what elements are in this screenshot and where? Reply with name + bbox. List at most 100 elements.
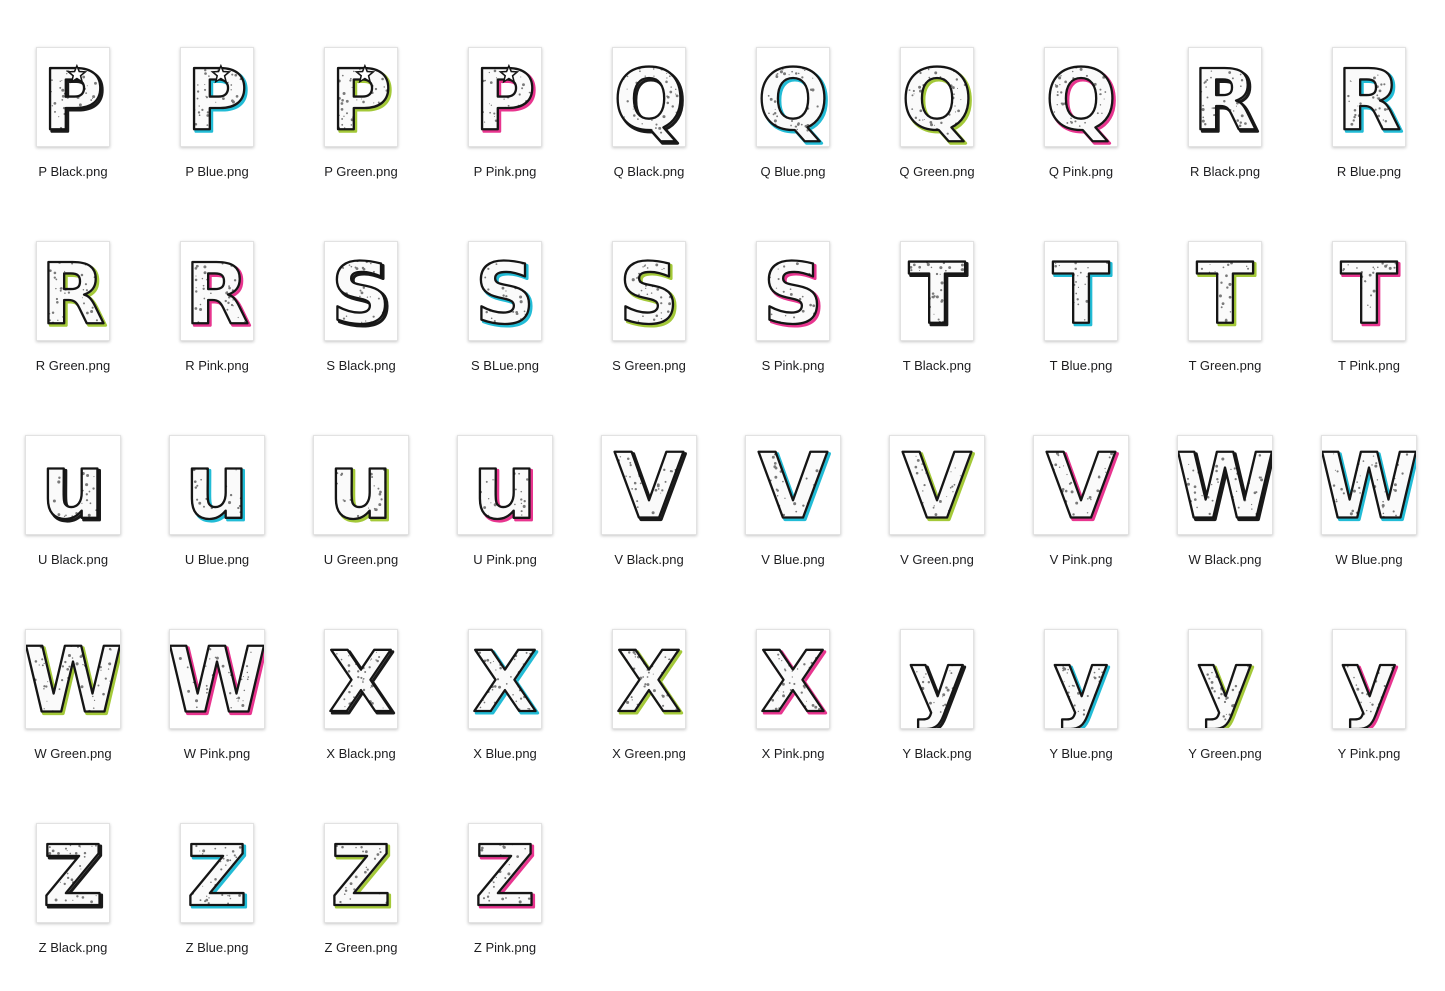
file-item[interactable]: VVV V Black.png (577, 435, 721, 595)
file-name-label[interactable]: Y Black.png (865, 746, 1009, 761)
file-name-label[interactable]: T Pink.png (1297, 358, 1441, 373)
png-file-thumbnail[interactable]: ZZZ (468, 823, 542, 923)
file-name-label[interactable]: T Black.png (865, 358, 1009, 373)
file-name-label[interactable]: P Blue.png (145, 164, 289, 179)
file-name-label[interactable]: Q Pink.png (1009, 164, 1153, 179)
file-name-label[interactable]: T Blue.png (1009, 358, 1153, 373)
file-item[interactable]: ZZZ Z Pink.png (433, 823, 577, 983)
file-item[interactable]: ZZZ Z Green.png (289, 823, 433, 983)
file-item[interactable]: PPP P Pink.png (433, 47, 577, 207)
png-file-thumbnail[interactable]: PPP (324, 47, 398, 147)
file-item[interactable]: TTT T Pink.png (1297, 241, 1441, 401)
file-item[interactable]: XXX X Green.png (577, 629, 721, 789)
file-name-label[interactable]: Q Black.png (577, 164, 721, 179)
file-item[interactable]: PPP P Blue.png (145, 47, 289, 207)
file-item[interactable]: SSS S Pink.png (721, 241, 865, 401)
file-item[interactable]: VVV V Pink.png (1009, 435, 1153, 595)
file-name-label[interactable]: R Pink.png (145, 358, 289, 373)
file-item[interactable]: SSS S Green.png (577, 241, 721, 401)
png-file-thumbnail[interactable]: QQQ (756, 47, 830, 147)
file-name-label[interactable]: P Black.png (1, 164, 145, 179)
png-file-thumbnail[interactable]: ZZZ (324, 823, 398, 923)
png-file-thumbnail[interactable]: TTT (900, 241, 974, 341)
file-name-label[interactable]: R Blue.png (1297, 164, 1441, 179)
file-name-label[interactable]: S Black.png (289, 358, 433, 373)
png-file-thumbnail[interactable]: ZZZ (180, 823, 254, 923)
png-file-thumbnail[interactable]: TTT (1188, 241, 1262, 341)
file-item[interactable]: yyy Y Green.png (1153, 629, 1297, 789)
file-item[interactable]: uuu U Blue.png (145, 435, 289, 595)
file-name-label[interactable]: V Pink.png (1009, 552, 1153, 567)
png-file-thumbnail[interactable]: SSS (324, 241, 398, 341)
file-name-label[interactable]: W Pink.png (145, 746, 289, 761)
file-item[interactable]: yyy Y Black.png (865, 629, 1009, 789)
png-file-thumbnail[interactable]: yyy (1188, 629, 1262, 729)
file-name-label[interactable]: Z Blue.png (145, 940, 289, 955)
file-item[interactable]: TTT T Black.png (865, 241, 1009, 401)
file-item[interactable]: WWW W Pink.png (145, 629, 289, 789)
png-file-thumbnail[interactable]: uuu (313, 435, 409, 535)
png-file-thumbnail[interactable]: WWW (1177, 435, 1273, 535)
png-file-thumbnail[interactable]: uuu (25, 435, 121, 535)
file-name-label[interactable]: U Blue.png (145, 552, 289, 567)
file-name-label[interactable]: W Black.png (1153, 552, 1297, 567)
file-name-label[interactable]: Q Green.png (865, 164, 1009, 179)
png-file-thumbnail[interactable]: yyy (900, 629, 974, 729)
file-item[interactable]: SSS S BLue.png (433, 241, 577, 401)
file-name-label[interactable]: Y Pink.png (1297, 746, 1441, 761)
png-file-thumbnail[interactable]: SSS (756, 241, 830, 341)
file-item[interactable]: RRR R Pink.png (145, 241, 289, 401)
png-file-thumbnail[interactable]: QQQ (1044, 47, 1118, 147)
file-item[interactable]: yyy Y Pink.png (1297, 629, 1441, 789)
png-file-thumbnail[interactable]: VVV (745, 435, 841, 535)
file-name-label[interactable]: X Black.png (289, 746, 433, 761)
file-item[interactable]: uuu U Green.png (289, 435, 433, 595)
png-file-thumbnail[interactable]: PPP (36, 47, 110, 147)
png-file-thumbnail[interactable]: RRR (36, 241, 110, 341)
file-item[interactable]: yyy Y Blue.png (1009, 629, 1153, 789)
file-item[interactable]: QQQ Q Green.png (865, 47, 1009, 207)
png-file-thumbnail[interactable]: SSS (468, 241, 542, 341)
file-item[interactable]: SSS S Black.png (289, 241, 433, 401)
png-file-thumbnail[interactable]: QQQ (612, 47, 686, 147)
png-file-thumbnail[interactable]: VVV (1033, 435, 1129, 535)
file-item[interactable]: RRR R Green.png (1, 241, 145, 401)
png-file-thumbnail[interactable]: ZZZ (36, 823, 110, 923)
file-name-label[interactable]: X Pink.png (721, 746, 865, 761)
file-name-label[interactable]: S BLue.png (433, 358, 577, 373)
file-name-label[interactable]: U Black.png (1, 552, 145, 567)
png-file-thumbnail[interactable]: QQQ (900, 47, 974, 147)
png-file-thumbnail[interactable]: VVV (889, 435, 985, 535)
file-item[interactable]: RRR R Black.png (1153, 47, 1297, 207)
file-name-label[interactable]: Y Blue.png (1009, 746, 1153, 761)
png-file-thumbnail[interactable]: VVV (601, 435, 697, 535)
file-name-label[interactable]: U Green.png (289, 552, 433, 567)
file-item[interactable]: WWW W Green.png (1, 629, 145, 789)
file-name-label[interactable]: X Green.png (577, 746, 721, 761)
file-name-label[interactable]: R Green.png (1, 358, 145, 373)
file-item[interactable]: PPP P Green.png (289, 47, 433, 207)
file-item[interactable]: QQQ Q Black.png (577, 47, 721, 207)
file-name-label[interactable]: V Blue.png (721, 552, 865, 567)
file-name-label[interactable]: T Green.png (1153, 358, 1297, 373)
file-item[interactable]: WWW W Blue.png (1297, 435, 1441, 595)
file-item[interactable]: QQQ Q Blue.png (721, 47, 865, 207)
file-item[interactable]: QQQ Q Pink.png (1009, 47, 1153, 207)
file-name-label[interactable]: Y Green.png (1153, 746, 1297, 761)
file-name-label[interactable]: W Blue.png (1297, 552, 1441, 567)
png-file-thumbnail[interactable]: XXX (324, 629, 398, 729)
png-file-thumbnail[interactable]: RRR (180, 241, 254, 341)
file-name-label[interactable]: Z Pink.png (433, 940, 577, 955)
png-file-thumbnail[interactable]: yyy (1332, 629, 1406, 729)
file-item[interactable]: VVV V Green.png (865, 435, 1009, 595)
file-item[interactable]: XXX X Blue.png (433, 629, 577, 789)
file-name-label[interactable]: Z Black.png (1, 940, 145, 955)
file-item[interactable]: RRR R Blue.png (1297, 47, 1441, 207)
file-name-label[interactable]: P Pink.png (433, 164, 577, 179)
file-item[interactable]: XXX X Pink.png (721, 629, 865, 789)
file-name-label[interactable]: Z Green.png (289, 940, 433, 955)
png-file-thumbnail[interactable]: XXX (612, 629, 686, 729)
file-item[interactable]: uuu U Black.png (1, 435, 145, 595)
file-item[interactable]: uuu U Pink.png (433, 435, 577, 595)
png-file-thumbnail[interactable]: RRR (1188, 47, 1262, 147)
